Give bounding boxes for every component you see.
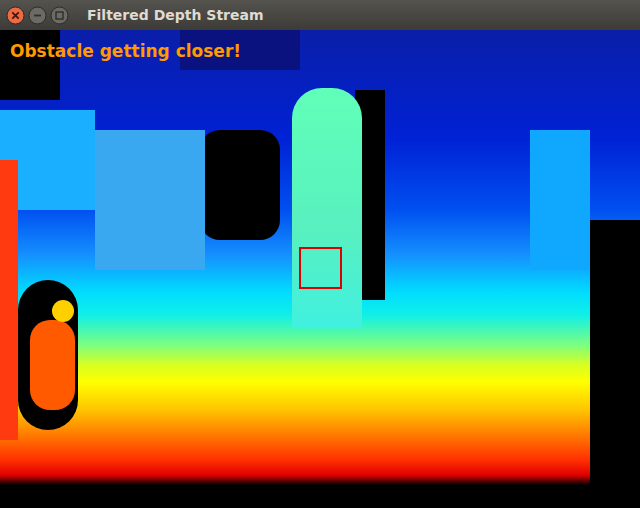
depth-region <box>0 160 18 440</box>
close-button[interactable] <box>6 6 25 25</box>
depth-region <box>52 300 74 322</box>
warning-text: Obstacle getting closer! <box>10 40 241 62</box>
maximize-button[interactable] <box>50 6 69 25</box>
depth-region <box>530 130 590 270</box>
depth-region <box>95 130 205 270</box>
window-controls <box>6 6 69 25</box>
detection-box <box>299 247 342 289</box>
depth-gap <box>200 130 280 240</box>
depth-image: Obstacle getting closer! <box>0 30 640 508</box>
depth-region <box>30 320 75 410</box>
depth-gap <box>0 30 60 100</box>
minimize-button[interactable] <box>28 6 47 25</box>
obstacle <box>292 88 362 328</box>
minimize-icon <box>28 6 47 25</box>
maximize-icon <box>50 6 69 25</box>
window-title: Filtered Depth Stream <box>87 6 264 24</box>
close-icon <box>6 6 25 25</box>
title-bar: Filtered Depth Stream <box>0 0 640 30</box>
depth-gap <box>590 220 640 508</box>
